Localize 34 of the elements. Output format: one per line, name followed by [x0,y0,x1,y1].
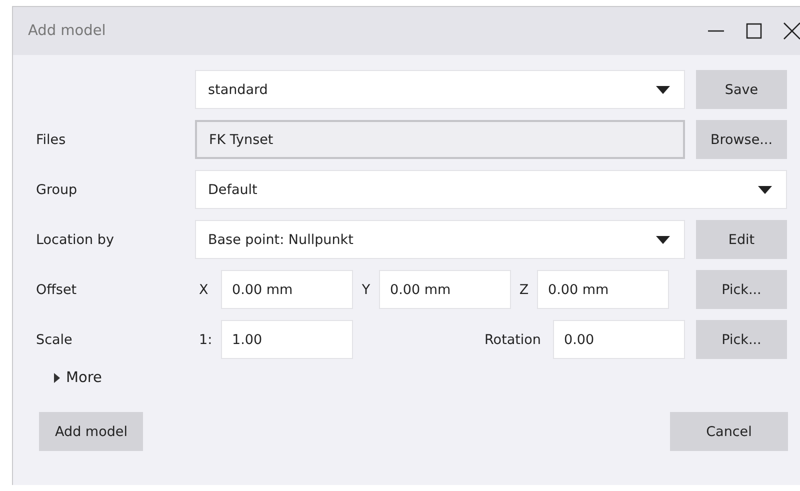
dropdown[interactable]: Default [195,170,787,209]
field-label: Location by [36,232,115,248]
rotation-field[interactable]: 0.00 [553,320,685,359]
caret-icon [54,373,60,383]
scale-field[interactable]: 1.00 [221,320,353,359]
dropdown-arrow-icon [758,186,772,194]
more-toggle[interactable]: More [54,366,102,390]
add-model-button[interactable]: Add model [39,412,144,451]
input-field[interactable]: 0.00 mm [221,270,353,309]
dropdown-arrow-icon [656,236,670,244]
row-button[interactable]: Pick... [696,320,787,359]
axis-label: Y [360,280,372,300]
rotation-label: Rotation [484,330,542,350]
window-title: Add model [28,23,106,39]
cancel-button[interactable]: Cancel [670,412,788,451]
dropdown-arrow-icon [656,86,670,94]
file-field[interactable]: FK Tynset [195,120,685,159]
input-field[interactable]: 0.00 mm [379,270,511,309]
field-label: Files [36,132,67,148]
scale-prefix: 1: [198,330,214,350]
field-label: Offset [36,282,78,298]
maximize-icon[interactable] [744,21,764,41]
dropdown[interactable]: Base point: Nullpunkt [195,220,685,259]
field-label: Scale [36,332,74,348]
axis-label: X [198,280,210,300]
close-icon[interactable] [782,21,800,41]
field-label: Group [36,182,78,198]
input-field[interactable]: 0.00 mm [537,270,669,309]
axis-label: Z [518,280,530,300]
row-button[interactable]: Pick... [696,270,787,309]
row-button[interactable]: Browse... [696,120,787,159]
dropdown[interactable]: standard [195,70,685,109]
row-button[interactable]: Edit [696,220,787,259]
row-button[interactable]: Save [696,70,787,109]
